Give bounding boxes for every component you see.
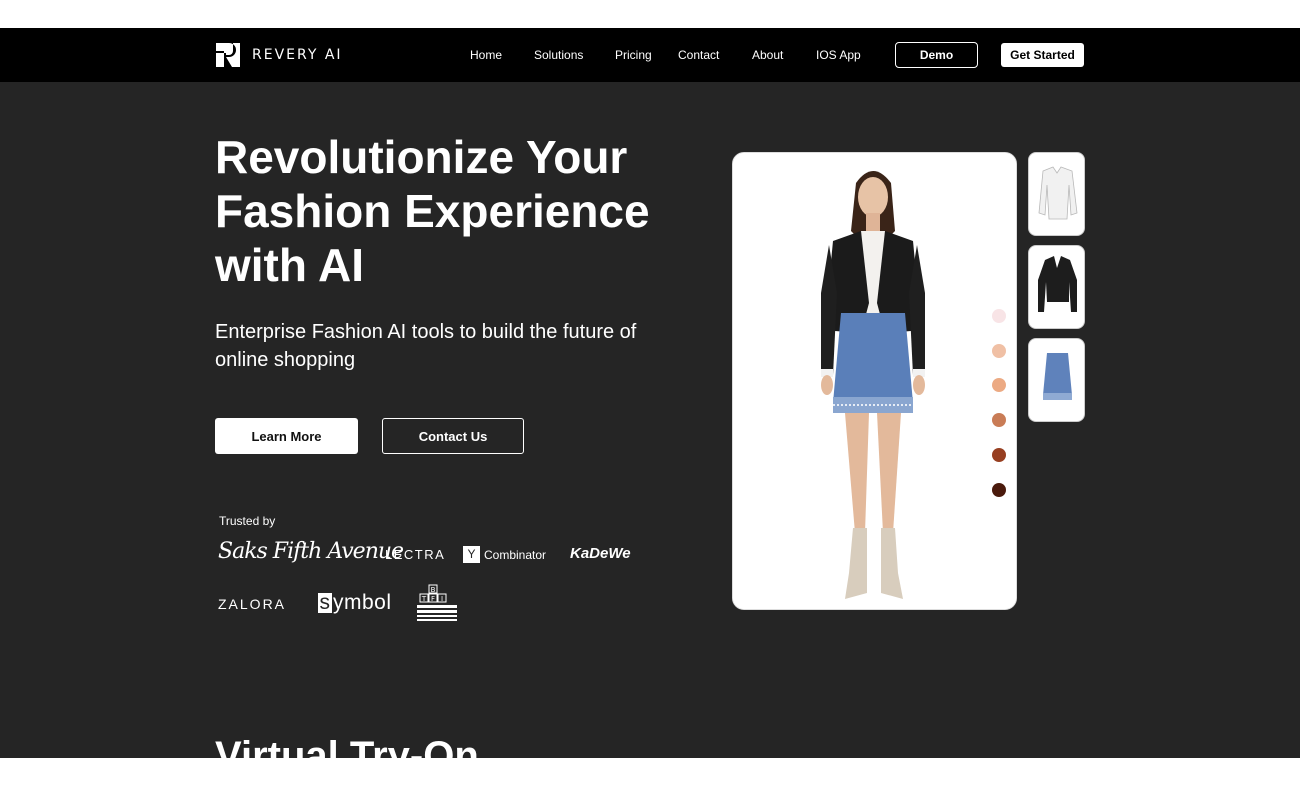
skin-tone-swatch[interactable]: [992, 448, 1006, 462]
kadewe-logo: KaDeWe: [570, 545, 631, 562]
get-started-button[interactable]: Get Started: [1001, 43, 1084, 67]
hero-title-line: Revolutionize Your: [215, 131, 628, 183]
y-combinator-mark: Y: [463, 546, 480, 563]
demo-button[interactable]: Demo: [895, 42, 978, 68]
skin-tone-swatch[interactable]: [992, 309, 1006, 323]
garment-thumbnail-tweed-skirt[interactable]: [1028, 338, 1085, 422]
hero-title-line: with AI: [215, 239, 365, 291]
symbol-logo-mark: s: [318, 591, 332, 614]
symbol-logo: s ymbol: [318, 591, 392, 615]
skin-tone-swatch[interactable]: [992, 344, 1006, 358]
hero-title: Revolutionize Your Fashion Experience wi…: [215, 130, 695, 292]
symbol-logo-text: ymbol: [333, 591, 392, 614]
garment-thumbnail-white-top[interactable]: [1028, 152, 1085, 236]
page-viewport: REVERY AI Home Solutions Pricing Contact…: [0, 28, 1300, 758]
logo[interactable]: REVERY AI: [216, 43, 343, 67]
white-top-icon: [1038, 166, 1078, 220]
svg-text:T: T: [421, 595, 427, 603]
lectra-logo: LECTRA: [385, 547, 446, 562]
virtual-try-on-heading: Virtual Try-On: [215, 734, 479, 758]
tweed-skirt-icon: [1043, 353, 1072, 400]
y-combinator-logo: Y Combinator: [463, 546, 546, 563]
brand-name: REVERY AI: [252, 47, 343, 63]
nav-link-ios-app[interactable]: IOS App: [816, 48, 861, 62]
fashion-model-image: [733, 153, 1016, 609]
the-bridge-fashion-incubator-logo: B T F I: [417, 584, 457, 621]
nav-link-pricing[interactable]: Pricing: [615, 48, 652, 62]
zalora-logo: ZALORA: [218, 596, 287, 612]
skin-tone-swatch[interactable]: [992, 378, 1006, 392]
svg-text:B: B: [431, 586, 436, 594]
nav-link-contact[interactable]: Contact: [678, 48, 719, 62]
saks-fifth-avenue-logo: Saks Fifth Avenue: [218, 539, 404, 564]
top-navbar: REVERY AI Home Solutions Pricing Contact…: [0, 28, 1300, 82]
hero-subtitle: Enterprise Fashion AI tools to build the…: [215, 321, 637, 371]
learn-more-button[interactable]: Learn More: [215, 418, 358, 454]
svg-text:I: I: [441, 595, 443, 603]
y-combinator-text: Combinator: [484, 547, 547, 562]
virtual-tryon-card[interactable]: [732, 152, 1017, 610]
revery-logo-icon: [216, 43, 240, 67]
nav-link-home[interactable]: Home: [470, 48, 502, 62]
trusted-by-label: Trusted by: [219, 514, 276, 528]
skin-tone-swatch[interactable]: [992, 413, 1006, 427]
nav-link-solutions[interactable]: Solutions: [534, 48, 583, 62]
hero-title-line: Fashion Experience: [215, 185, 650, 237]
svg-text:F: F: [431, 595, 435, 603]
garment-thumbnail-leather-jacket[interactable]: [1028, 245, 1085, 329]
leather-jacket-icon: [1038, 256, 1077, 312]
nav-link-about[interactable]: About: [752, 48, 783, 62]
contact-us-button[interactable]: Contact Us: [382, 418, 524, 454]
skin-tone-swatch[interactable]: [992, 483, 1006, 497]
